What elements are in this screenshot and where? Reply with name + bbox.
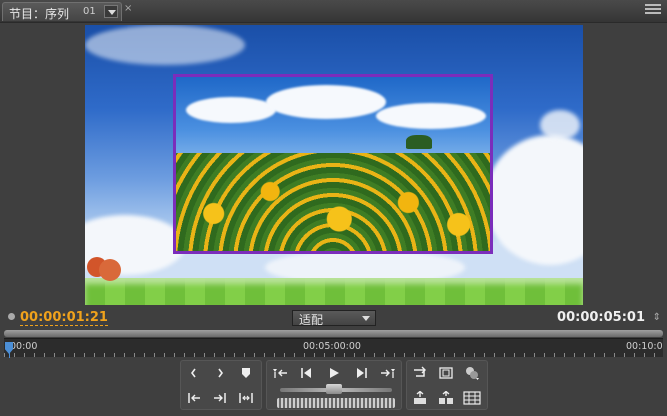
settings-arrows-icon[interactable]: ⇕ <box>653 312 661 323</box>
lift-icon[interactable] <box>409 389 431 407</box>
go-to-in-icon[interactable] <box>183 389 205 407</box>
mark-out-icon[interactable] <box>209 364 231 382</box>
tab-label: 节目：序列 <box>9 7 70 21</box>
output-controls-group <box>406 360 488 410</box>
tab-sequence-number: 01 <box>83 6 96 17</box>
go-to-out-point-icon[interactable] <box>377 364 399 382</box>
program-monitor-view[interactable] <box>85 25 583 305</box>
sunflower-field <box>176 153 490 251</box>
loop-icon[interactable] <box>409 364 431 382</box>
sequence-dropdown[interactable] <box>104 5 118 18</box>
output-icon[interactable] <box>461 364 483 382</box>
distant-trees <box>406 135 432 149</box>
go-to-out-icon[interactable] <box>235 389 257 407</box>
marker-controls-group <box>180 360 262 410</box>
panel-header: 节目：序列 01 × <box>0 0 667 23</box>
picture-in-picture-clip[interactable] <box>173 74 493 254</box>
zoom-level-select[interactable]: 适配 <box>292 310 376 327</box>
time-ruler[interactable]: 00:00 00:05:00:00 00:10:0 <box>4 338 663 357</box>
set-marker-icon[interactable] <box>235 364 257 382</box>
jog-wheel[interactable] <box>277 398 395 408</box>
safe-margins-icon[interactable] <box>435 364 457 382</box>
ruler-label: 00:05:00:00 <box>303 341 361 352</box>
zoom-level-value: 适配 <box>299 313 324 327</box>
tab-program-monitor[interactable]: 节目：序列 01 <box>2 2 122 21</box>
step-back-icon[interactable] <box>295 364 317 382</box>
grass-field <box>85 278 583 305</box>
play-icon[interactable] <box>323 364 345 382</box>
mark-in-icon[interactable] <box>183 364 205 382</box>
panel-menu-icon[interactable] <box>645 4 661 16</box>
current-timecode[interactable]: 00:00:01:21 <box>20 310 108 326</box>
go-to-in-point-icon[interactable] <box>269 364 291 382</box>
ruler-label: 00:10:0 <box>626 341 663 352</box>
ruler-label: 00:00 <box>10 341 38 352</box>
tab-close-icon[interactable]: × <box>124 3 132 14</box>
step-forward-icon[interactable] <box>351 364 373 382</box>
ruler-ticks <box>4 353 663 357</box>
sequence-duration: 00:00:05:01 <box>557 310 645 325</box>
view-zoom-scrollbar[interactable] <box>4 330 663 337</box>
shuttle-knob[interactable] <box>326 384 342 394</box>
insert-icon[interactable] <box>209 389 231 407</box>
export-frame-icon[interactable] <box>461 389 483 407</box>
tree-graphic <box>99 259 121 281</box>
extract-icon[interactable] <box>435 389 457 407</box>
playhead-line <box>9 353 10 358</box>
marker-dot-icon[interactable] <box>8 313 15 320</box>
chevron-down-icon <box>362 316 370 321</box>
